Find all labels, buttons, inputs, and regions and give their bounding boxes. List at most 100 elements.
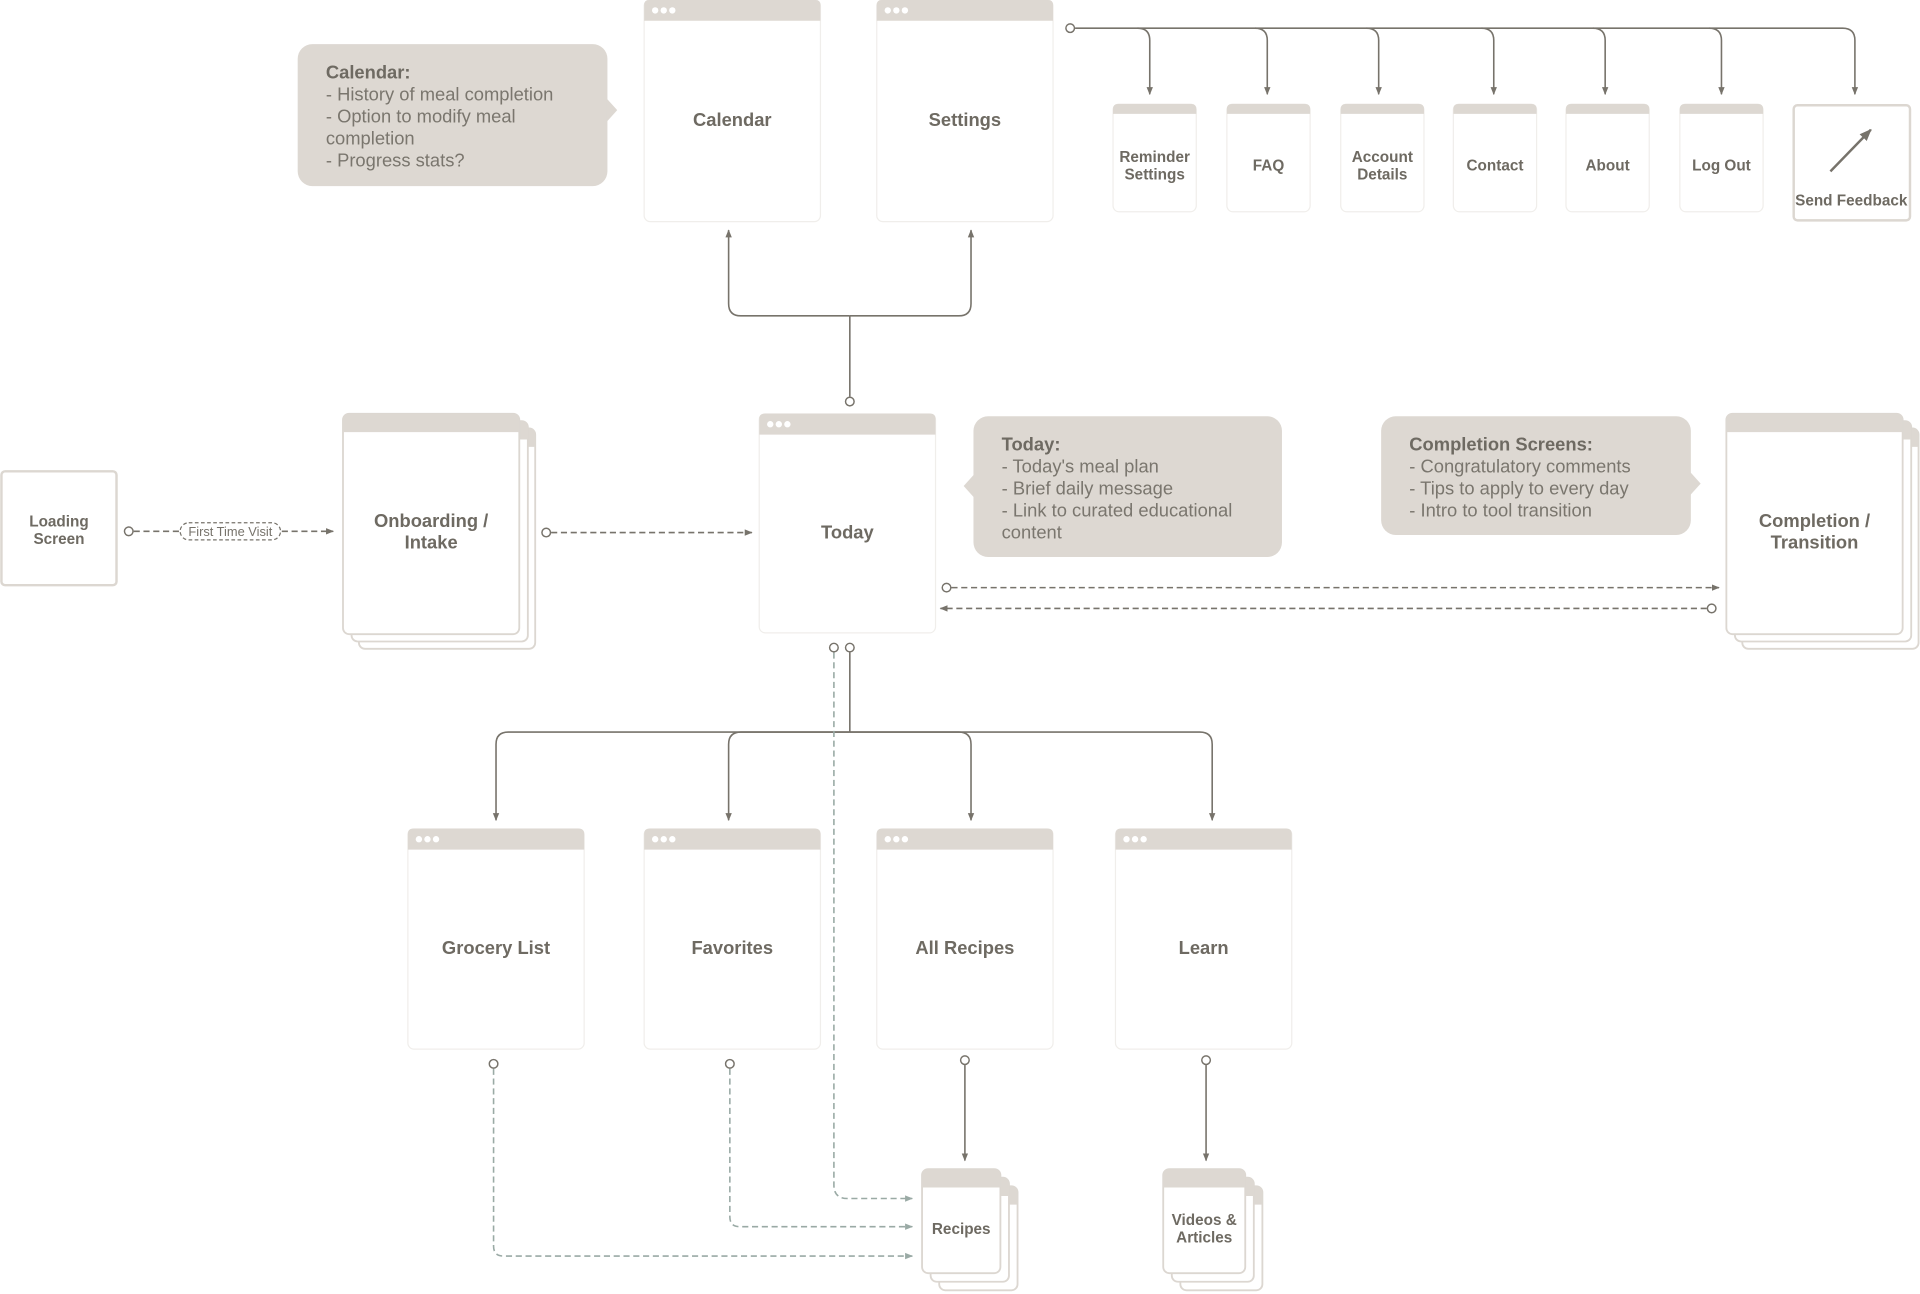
window-dot-icon [767,421,774,428]
settings-child-5-label: Log Out [1692,158,1751,175]
note-line: completion [326,127,415,148]
window-header [1565,104,1650,114]
screen-completion-label: Completion / [1759,510,1870,531]
note-pointer [1689,471,1701,496]
window-header [1226,104,1311,114]
window-dot-icon [893,836,900,843]
window-dot-icon [651,7,659,14]
settings-child-2-label: Account [1352,149,1413,166]
screen-all-recipes-label: All Recipes [915,937,1014,958]
screen-videos-articles-label: Videos & [1172,1212,1237,1229]
window-dot-icon [1131,836,1139,843]
settings-child-4[interactable]: About [1565,103,1650,213]
screen-onboarding[interactable]: Onboarding /Intake [342,412,537,650]
window-header [1726,413,1903,433]
screen-videos-articles-label: Articles [1176,1230,1232,1247]
screen-today[interactable]: Today [758,413,937,634]
window-dot-icon [415,836,423,843]
send-feedback-label: Send Feedback [1795,193,1908,210]
window-header [1679,104,1764,114]
screen-learn[interactable]: Learn [1114,828,1293,1050]
note-line: - Congratulatory comments [1409,456,1630,477]
edge-label-text: First Time Visit [188,524,272,539]
window-dot-icon [775,421,782,428]
connector-origin [488,1058,499,1069]
connector-origin [959,1055,970,1066]
window-header [1113,104,1197,114]
window-dot-icon [884,836,891,843]
window-dot-icon [669,836,676,843]
send-feedback-button[interactable]: Send Feedback [1792,104,1912,222]
note-line: - Brief daily message [1002,478,1173,499]
connector-origin [1706,603,1717,614]
connector-line [1481,27,1497,96]
connector-origin [123,526,134,537]
note-title: Calendar: [326,61,411,82]
screen-calendar[interactable]: Calendar [643,0,822,223]
settings-child-5[interactable]: Log Out [1679,103,1764,213]
window-dot-icon [651,836,659,843]
screen-grocery-list[interactable]: Grocery List [407,828,585,1050]
screen-learn-label: Learn [1179,937,1229,958]
note-line: - Today's meal plan [1002,456,1159,477]
screen-calendar-label: Calendar [693,109,772,130]
settings-child-1-label: FAQ [1253,158,1285,175]
note-pointer [963,473,975,499]
settings-child-2[interactable]: AccountDetails [1340,103,1425,213]
note-line: - Intro to tool transition [1409,500,1592,521]
window-dot-icon [893,7,900,14]
window-dot-icon [660,836,667,843]
sitemap-diagram: First Time Visit Calendar Settings Reminder… [0,0,1920,1292]
window-dot-icon [1123,836,1130,843]
note-line: content [1002,522,1062,543]
screen-recipes[interactable]: Recipes [921,1168,1019,1292]
edge-label-first-time-visit: First Time Visit [179,522,282,541]
settings-child-4-label: About [1586,158,1630,175]
connector-line [1137,27,1153,96]
connector-origin [844,642,855,653]
connector-line [725,229,850,317]
calendar-note: Calendar:- History of meal completion- O… [297,44,618,187]
window-dot-icon [1140,836,1147,843]
screen-loading-label: Loading [29,514,88,531]
connector-line [849,731,1216,822]
window-dot-icon [901,836,909,843]
screen-completion[interactable]: Completion /Transition [1725,412,1920,650]
connector-origin [828,642,839,653]
connector-line [1366,27,1382,96]
screen-favorites-label: Favorites [691,937,773,958]
settings-child-2-label: Details [1357,166,1407,183]
screen-all-recipes[interactable]: All Recipes [876,828,1054,1050]
note-line: - Link to curated educational [1002,500,1233,521]
note-line: - Tips to apply to every day [1409,478,1629,499]
window-dot-icon [669,7,676,14]
screen-favorites[interactable]: Favorites [643,828,822,1050]
connector-origin [941,582,952,593]
connector-line [725,731,850,822]
window-dot-icon [901,7,909,14]
window-dot-icon [432,836,440,843]
screen-recipes-label: Recipes [932,1221,991,1238]
settings-child-0-label: Reminder [1119,149,1190,166]
connector-origin [724,1058,735,1069]
connector-origin [844,396,855,407]
screen-loading[interactable]: LoadingScreen [0,470,118,587]
window-header [922,1169,1001,1188]
connector-line [849,229,975,317]
connector-line [729,1068,914,1230]
screen-videos-articles[interactable]: Videos &Articles [1162,1168,1264,1292]
screen-onboarding-label: Intake [405,531,458,552]
window-header [1453,104,1537,114]
settings-child-0[interactable]: ReminderSettings [1112,103,1197,213]
settings-child-3-label: Contact [1467,158,1524,175]
screen-completion-label: Transition [1771,531,1859,552]
settings-child-1[interactable]: FAQ [1226,103,1311,213]
window-dot-icon [660,7,667,14]
connector-line [492,1068,914,1260]
screen-grocery-list-label: Grocery List [442,937,550,958]
screen-settings-label: Settings [929,109,1001,130]
note-title: Today: [1002,434,1061,455]
connector-line [849,731,975,822]
settings-child-3[interactable]: Contact [1452,103,1538,213]
screen-settings[interactable]: Settings [876,0,1054,223]
